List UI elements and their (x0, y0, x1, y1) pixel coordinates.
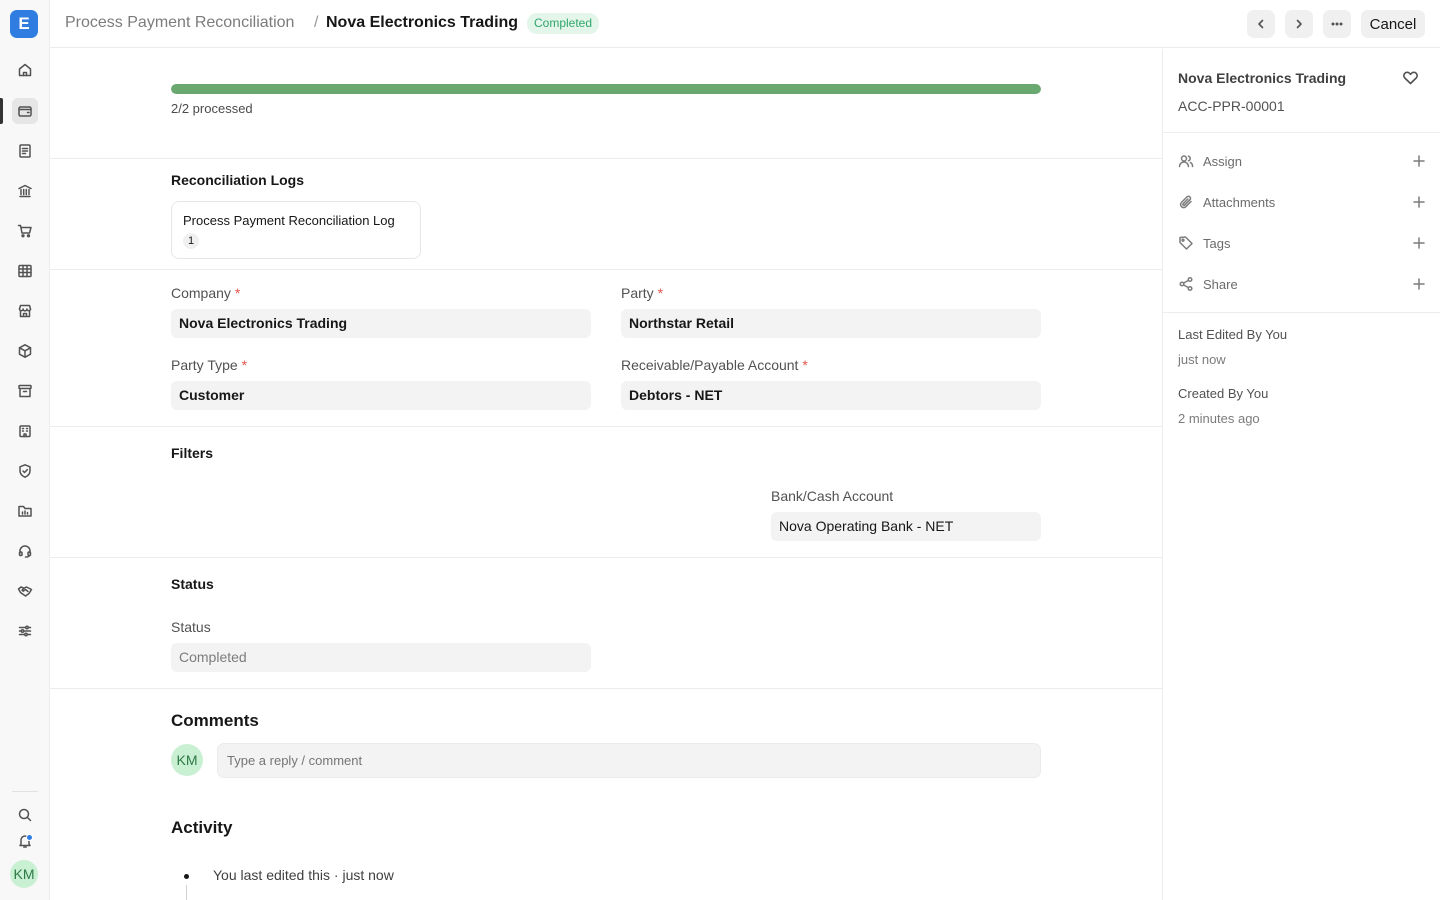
sidebar-assign-row[interactable]: Assign (1178, 150, 1426, 172)
share-icon (1178, 276, 1194, 292)
section-divider (50, 158, 1162, 159)
account-label: Receivable/Payable Account * (621, 357, 808, 373)
sidebar-divider (1163, 312, 1440, 313)
party-field[interactable]: Northstar Retail (621, 309, 1041, 338)
package-icon[interactable] (12, 338, 38, 364)
breadcrumb-separator: / (314, 14, 319, 31)
headset-icon[interactable] (12, 538, 38, 564)
created-time: 2 minutes ago (1178, 411, 1260, 426)
section-divider (50, 269, 1162, 270)
users-icon (1178, 153, 1194, 169)
plus-icon[interactable] (1412, 236, 1426, 250)
plus-icon[interactable] (1412, 195, 1426, 209)
bank-account-field[interactable]: Nova Operating Bank - NET (771, 512, 1041, 541)
store-icon[interactable] (12, 298, 38, 324)
activity-title: Activity (171, 818, 233, 837)
archive-icon[interactable] (12, 378, 38, 404)
sidebar-doc-id: ACC-PPR-00001 (1178, 98, 1285, 114)
progress-bar (171, 84, 1041, 94)
page-title: Nova Electronics Trading (326, 14, 519, 31)
paperclip-icon (1178, 194, 1194, 210)
next-doc-button[interactable] (1285, 10, 1313, 38)
progress-fill (171, 84, 1041, 94)
sidebar-divider (1163, 132, 1440, 133)
rail-divider (12, 791, 38, 792)
filters-section-title: Filters (171, 445, 214, 461)
page-header: Process Payment Reconciliation / Nova El… (50, 0, 1440, 48)
created-label: Created By You (1178, 386, 1269, 401)
party-label: Party * (621, 285, 664, 301)
home-icon[interactable] (12, 57, 38, 83)
status-badge: Completed (527, 13, 600, 34)
activity-timeline (186, 885, 187, 900)
last-edited-label: Last Edited By You (1178, 327, 1288, 342)
sidebar-attachments-row[interactable]: Attachments (1178, 191, 1426, 213)
account-field[interactable]: Debtors - NET (621, 381, 1041, 410)
tag-icon (1178, 235, 1194, 251)
sidebar-doc-title: Nova Electronics Trading (1178, 70, 1347, 86)
wallet-icon[interactable] (12, 98, 38, 124)
more-actions-button[interactable] (1323, 10, 1351, 38)
doc-sidebar: Nova Electronics Trading ACC-PPR-00001 A… (1162, 49, 1440, 900)
comments-title: Comments (171, 711, 259, 730)
bank-account-label: Bank/Cash Account (771, 488, 894, 504)
reconciliation-log-card[interactable]: Process Payment Reconciliation Log 1 (171, 201, 421, 259)
status-label: Status (171, 619, 211, 635)
company-field[interactable]: Nova Electronics Trading (171, 309, 591, 338)
form-main: 2/2 processed Reconciliation Logs Proces… (50, 49, 1162, 900)
plus-icon[interactable] (1412, 154, 1426, 168)
section-divider (50, 688, 1162, 689)
app-sidebar: E KM (0, 0, 50, 900)
cart-icon[interactable] (12, 218, 38, 244)
comment-avatar: KM (171, 744, 203, 776)
bell-icon[interactable] (12, 828, 38, 854)
status-field: Completed (171, 643, 591, 672)
chevron-right-icon (1296, 19, 1302, 29)
party-type-field[interactable]: Customer (171, 381, 591, 410)
sliders-icon[interactable] (12, 618, 38, 644)
progress-label: 2/2 processed (171, 101, 253, 116)
search-icon[interactable] (12, 802, 38, 828)
log-card-label: Process Payment Reconciliation Log (183, 213, 395, 228)
ellipsis-icon (1331, 22, 1343, 26)
app-logo[interactable]: E (10, 10, 38, 38)
file-text-icon[interactable] (12, 138, 38, 164)
last-edited-time: just now (1178, 352, 1226, 367)
sidebar-row-label: Share (1203, 276, 1238, 292)
breadcrumb-parent[interactable]: Process Payment Reconciliation (65, 14, 294, 32)
log-count-badge: 1 (183, 233, 199, 249)
comment-input[interactable] (217, 743, 1041, 778)
logs-section-title: Reconciliation Logs (171, 172, 305, 188)
folder-chart-icon[interactable] (12, 498, 38, 524)
chevron-left-icon (1258, 19, 1264, 29)
user-avatar[interactable]: KM (10, 860, 38, 888)
section-divider (50, 426, 1162, 427)
previous-doc-button[interactable] (1247, 10, 1275, 38)
activity-item: You last edited this · just now (213, 867, 394, 883)
sidebar-tags-row[interactable]: Tags (1178, 232, 1426, 254)
shield-icon[interactable] (12, 458, 38, 484)
sidebar-row-label: Tags (1203, 235, 1231, 251)
building-icon[interactable] (12, 418, 38, 444)
sidebar-row-label: Assign (1203, 153, 1243, 169)
table-icon[interactable] (12, 258, 38, 284)
sidebar-share-row[interactable]: Share (1178, 273, 1426, 295)
notification-dot (26, 834, 33, 841)
party-type-label: Party Type * (171, 357, 248, 373)
sidebar-row-label: Attachments (1203, 194, 1276, 210)
cancel-button[interactable]: Cancel (1361, 10, 1425, 38)
company-label: Company * (171, 285, 241, 301)
status-section-title: Status (171, 576, 214, 592)
bank-icon[interactable] (12, 178, 38, 204)
activity-bullet (184, 874, 189, 879)
plus-icon[interactable] (1412, 277, 1426, 291)
section-divider (50, 557, 1162, 558)
active-indicator (0, 98, 3, 124)
heart-icon[interactable] (1402, 69, 1419, 91)
handshake-icon[interactable] (12, 578, 38, 604)
